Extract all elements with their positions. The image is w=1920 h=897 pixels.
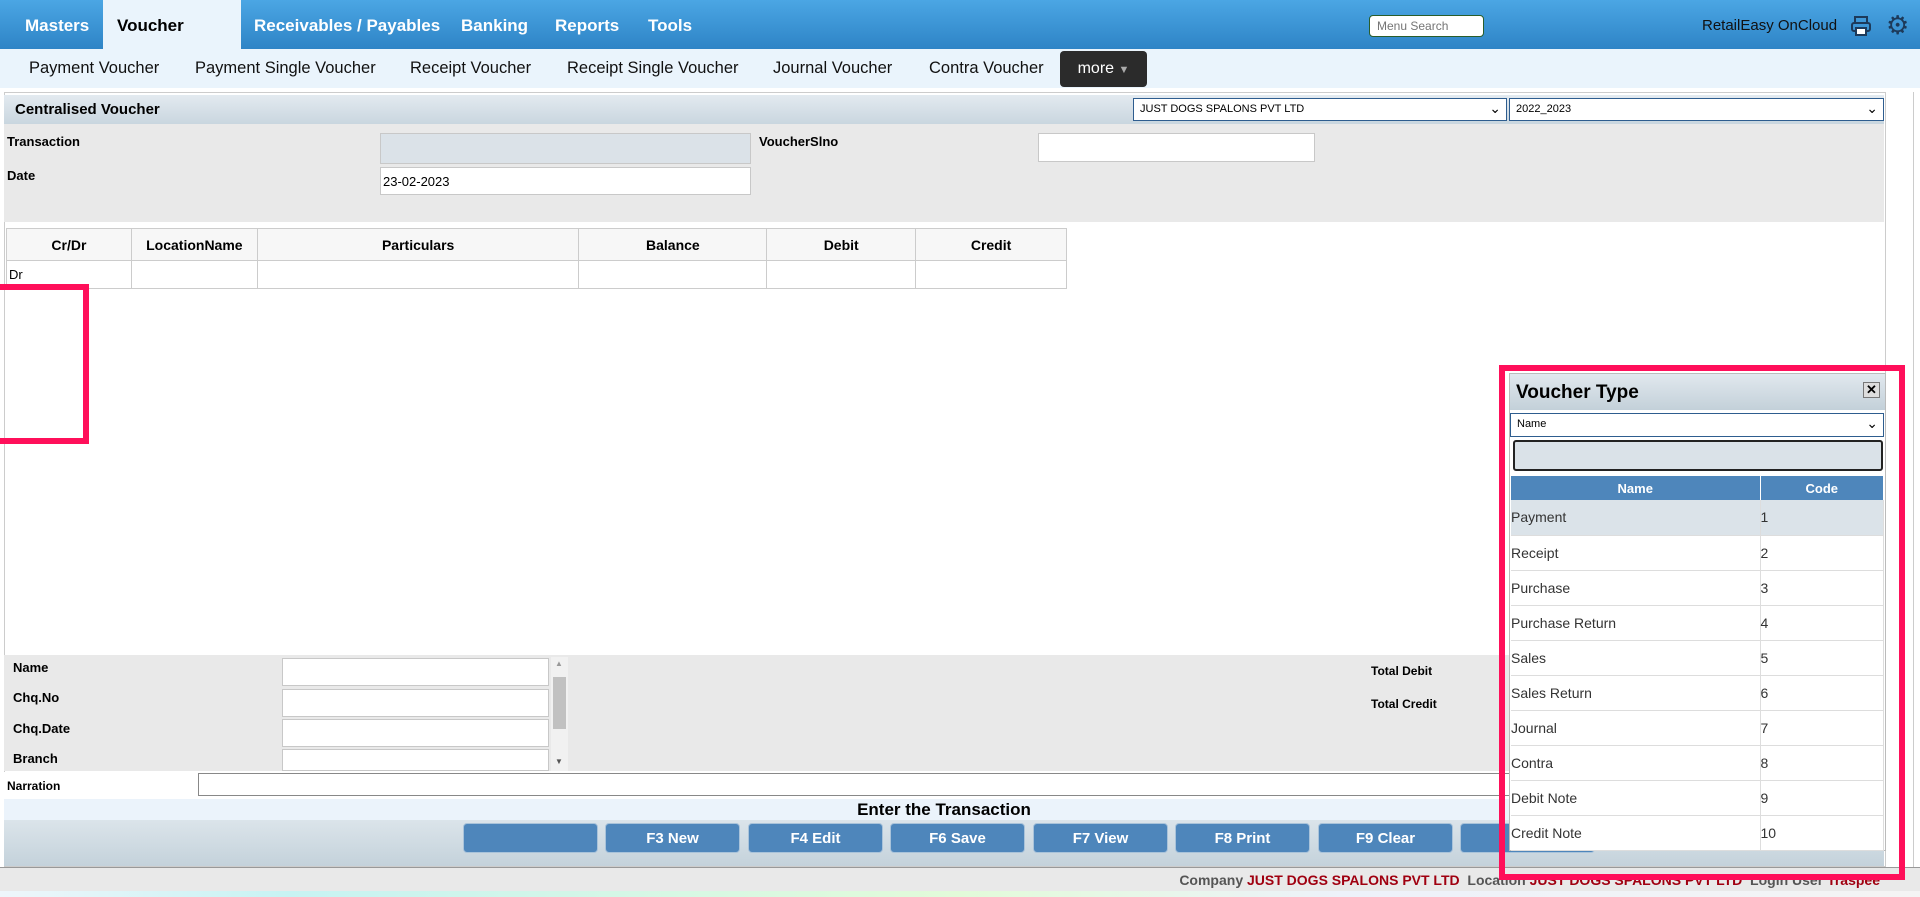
- voucher-grid: Cr/Dr LocationName Particulars Balance D…: [6, 228, 1067, 289]
- scrollbar[interactable]: ▲ ▼: [551, 657, 568, 771]
- col-location: LocationName: [130, 228, 258, 261]
- sub-receipt-voucher[interactable]: Receipt Voucher: [410, 49, 531, 88]
- sub-payment-single-voucher[interactable]: Payment Single Voucher: [195, 49, 376, 88]
- company-label: Company: [1179, 872, 1244, 888]
- company-select[interactable]: JUST DOGS SPALONS PVT LTD ⌄: [1133, 98, 1507, 121]
- scroll-thumb[interactable]: [553, 677, 566, 729]
- total-credit-label: Total Credit: [1371, 697, 1437, 711]
- name-field[interactable]: [282, 658, 549, 686]
- voucher-slno-label: VoucherSlno: [759, 134, 839, 149]
- col-debit: Debit: [766, 228, 917, 261]
- col-credit: Credit: [915, 228, 1067, 261]
- view-button[interactable]: F7 View: [1033, 823, 1168, 853]
- chqdate-field[interactable]: [282, 719, 549, 747]
- nav-voucher-entry[interactable]: Voucher Entry: [103, 0, 241, 87]
- col-crdr: Cr/Dr: [6, 228, 132, 261]
- narration-label: Narration: [7, 779, 61, 793]
- cell-debit[interactable]: [766, 260, 917, 289]
- transaction-label: Transaction: [7, 134, 80, 149]
- save-button[interactable]: F6 Save: [890, 823, 1025, 853]
- total-debit-label: Total Debit: [1371, 664, 1433, 678]
- cell-balance[interactable]: [578, 260, 768, 289]
- name-label: Name: [13, 660, 49, 675]
- printer-icon[interactable]: [1850, 15, 1872, 42]
- more-button[interactable]: more ▼: [1060, 51, 1147, 87]
- new-button[interactable]: F3 New: [605, 823, 740, 853]
- branch-field[interactable]: [282, 749, 549, 771]
- date-label: Date: [7, 168, 36, 183]
- table-row[interactable]: Dr: [6, 260, 1067, 289]
- more-label: more: [1077, 60, 1115, 77]
- chevron-down-icon: ⌄: [1866, 100, 1878, 116]
- voucher-slno-field[interactable]: [1038, 133, 1315, 162]
- page-title: Centralised Voucher: [15, 101, 160, 118]
- brand-label: RetailEasy OnCloud: [1702, 17, 1838, 34]
- nav-tools[interactable]: Tools: [634, 0, 706, 49]
- page-scrollbar[interactable]: [1913, 92, 1914, 867]
- print-button[interactable]: F8 Print: [1175, 823, 1310, 853]
- bottom-stripe: [0, 891, 1920, 897]
- edit-button[interactable]: F4 Edit: [748, 823, 883, 853]
- nav-receivables-payables[interactable]: Receivables / Payables: [240, 0, 454, 49]
- highlight-box: [1499, 365, 1905, 880]
- chqno-field[interactable]: [282, 689, 549, 717]
- nav-banking[interactable]: Banking: [447, 0, 542, 49]
- sub-payment-voucher[interactable]: Payment Voucher: [29, 49, 159, 88]
- cell-location[interactable]: [130, 260, 258, 289]
- company-name: JUST DOGS SPALONS PVT LTD: [1247, 872, 1460, 888]
- chqdate-label: Chq.Date: [13, 721, 71, 736]
- nav-masters[interactable]: Masters: [11, 0, 103, 49]
- blank-button[interactable]: [463, 823, 598, 853]
- cell-particulars[interactable]: [256, 260, 580, 289]
- branch-label: Branch: [13, 751, 58, 766]
- caret-down-icon: ▼: [1118, 64, 1130, 76]
- clear-button[interactable]: F9 Clear: [1318, 823, 1453, 853]
- cell-credit[interactable]: [915, 260, 1067, 289]
- form-area: [4, 124, 1884, 222]
- menu-search-input[interactable]: [1369, 15, 1484, 37]
- col-balance: Balance: [578, 228, 768, 261]
- nav-reports[interactable]: Reports: [541, 0, 633, 49]
- sub-nav: Payment Voucher Payment Single Voucher R…: [0, 49, 1920, 88]
- top-nav: Masters Voucher Entry Receivables / Paya…: [0, 0, 1920, 87]
- year-value: 2022_2023: [1516, 103, 1572, 115]
- transaction-field[interactable]: [380, 133, 751, 164]
- gear-icon[interactable]: ⚙: [1886, 12, 1909, 38]
- highlight-box: [0, 284, 89, 444]
- scroll-down-icon[interactable]: ▼: [555, 757, 563, 766]
- sub-receipt-single-voucher[interactable]: Receipt Single Voucher: [567, 49, 739, 88]
- year-select[interactable]: 2022_2023 ⌄: [1509, 98, 1884, 121]
- company-value: JUST DOGS SPALONS PVT LTD: [1140, 103, 1305, 115]
- scroll-up-icon[interactable]: ▲: [555, 659, 563, 668]
- date-field[interactable]: 23-02-2023: [380, 167, 751, 195]
- chqno-label: Chq.No: [13, 690, 60, 705]
- sub-contra-voucher[interactable]: Contra Voucher: [929, 49, 1044, 88]
- sub-journal-voucher[interactable]: Journal Voucher: [773, 49, 892, 88]
- col-particulars: Particulars: [256, 228, 580, 261]
- chevron-down-icon: ⌄: [1489, 100, 1501, 116]
- narration-field[interactable]: [198, 773, 1518, 796]
